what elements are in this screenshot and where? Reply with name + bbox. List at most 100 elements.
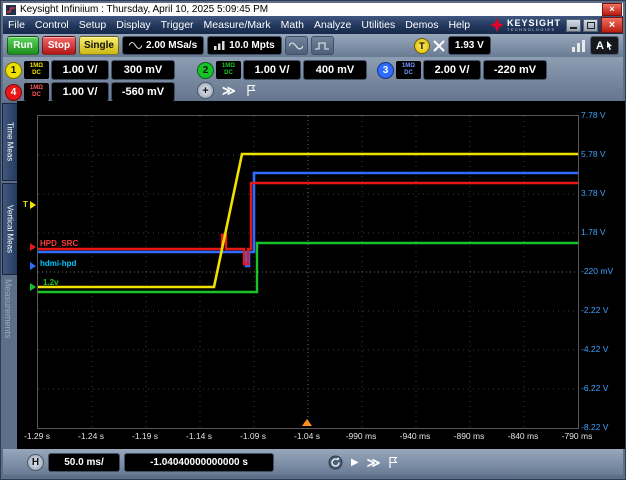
close-window-icon[interactable]: ×	[601, 17, 623, 33]
traces-svg	[38, 116, 578, 428]
trace-label-hpd-src[interactable]: HPD_SRC	[40, 239, 78, 248]
trace-label-hdmi-hpd[interactable]: hdmi-hpd	[40, 259, 76, 268]
annotation-label: A	[596, 39, 604, 52]
menu-measure-mark[interactable]: Measure/Mark	[199, 16, 276, 34]
channel-2-scale[interactable]: 1.00 V/	[243, 60, 301, 80]
channel-3-button[interactable]: 3	[377, 61, 394, 79]
run-control-toolbar: Run Stop Single 2.00 MSa/s 10.0 Mpts T 1…	[3, 34, 623, 57]
measurements-label: Measurements	[3, 279, 13, 339]
channel-4-offset[interactable]: -560 mV	[111, 82, 175, 102]
channel-4-coupling[interactable]: 1MΩ DC	[24, 83, 49, 101]
menu-control[interactable]: Control	[30, 16, 74, 34]
menu-setup[interactable]: Setup	[74, 16, 111, 34]
y-tick: -4.22 V	[581, 344, 609, 354]
memory-icon	[214, 41, 225, 50]
channel-1-offset[interactable]: 300 mV	[111, 60, 175, 80]
horizontal-button[interactable]: H	[27, 453, 44, 471]
keysight-logo: KEYSIGHT TECHNOLOGIES	[489, 18, 564, 32]
meter-icon[interactable]	[571, 39, 587, 53]
restore-icon[interactable]	[583, 18, 598, 32]
channel-3-impedance: 1MΩ	[401, 63, 416, 69]
channel-3-ground-marker[interactable]	[30, 262, 36, 270]
channel-4-controls: 4 1MΩ DC 1.00 V/ -560 mV	[5, 82, 175, 102]
memory-depth-value: 10.0 Mpts	[229, 40, 275, 51]
channel-4-scale[interactable]: 1.00 V/	[51, 82, 109, 102]
trigger-badge[interactable]: T	[413, 37, 430, 54]
sine-wave-icon	[289, 41, 304, 50]
channel-3-offset[interactable]: -220 mV	[483, 60, 547, 80]
trigger-level-marker[interactable]	[30, 201, 36, 209]
channel-4-coupling-mode: DC	[32, 92, 41, 98]
timebase-box[interactable]: 50.0 ms/	[48, 452, 120, 472]
menu-help[interactable]: Help	[443, 16, 475, 34]
trigger-level-marker-label[interactable]: T	[23, 200, 28, 209]
sample-rate-box[interactable]: 2.00 MSa/s	[122, 36, 205, 55]
menu-file[interactable]: File	[3, 16, 30, 34]
horizontal-position-box[interactable]: -1.04040000000000 s	[124, 452, 274, 472]
channel-2-coupling-mode: DC	[224, 70, 233, 76]
channel-3-coupling-mode: DC	[404, 70, 413, 76]
waveform-icon	[129, 41, 142, 50]
keysight-spark-icon	[489, 18, 504, 32]
trigger-time-marker[interactable]	[302, 419, 312, 426]
trigger-edge-icon[interactable]	[433, 39, 445, 52]
waveform-display[interactable]: T HPD_SRC hdmi-hpd 1.2v 7.78 V 5.78 V 3.…	[17, 101, 625, 449]
menu-display[interactable]: Display	[111, 16, 155, 34]
channel-2-ground-marker[interactable]	[30, 283, 36, 291]
tab-vertical-meas[interactable]: Vertical Meas	[2, 183, 18, 275]
channel-1-coupling[interactable]: 1MΩ DC	[24, 61, 49, 79]
chevrons-icon[interactable]: ≫	[367, 456, 381, 469]
x-tick: -1.19 s	[132, 431, 158, 441]
trigger-level-box[interactable]: 1.93 V	[447, 36, 491, 55]
channel-2-offset[interactable]: 400 mV	[303, 60, 367, 80]
channel-3-scale[interactable]: 2.00 V/	[423, 60, 481, 80]
menu-demos[interactable]: Demos	[400, 16, 443, 34]
rescale-icon[interactable]	[328, 455, 343, 470]
tab-time-meas[interactable]: Time Meas	[2, 103, 18, 181]
channel-4-ground-marker[interactable]	[30, 243, 36, 251]
annotation-button[interactable]: A	[590, 36, 619, 55]
cursor-icon	[606, 41, 612, 50]
channel-1-scale[interactable]: 1.00 V/	[51, 60, 109, 80]
channel-1-button[interactable]: 1	[5, 61, 22, 79]
graticule[interactable]	[37, 115, 579, 429]
channel-3-controls: 3 1MΩ DC 2.00 V/ -220 mV	[377, 60, 547, 80]
y-tick: -6.22 V	[581, 383, 609, 393]
square-wave-button[interactable]	[310, 36, 334, 55]
memory-depth-box[interactable]: 10.0 Mpts	[207, 36, 282, 55]
menu-utilities[interactable]: Utilities	[356, 16, 400, 34]
y-tick: 5.78 V	[581, 149, 606, 159]
menu-math[interactable]: Math	[276, 16, 309, 34]
x-tick: -790 ms	[561, 431, 593, 441]
x-tick: -990 ms	[345, 431, 377, 441]
x-tick: -1.24 s	[78, 431, 104, 441]
channel-extras: + ≫	[197, 82, 256, 99]
title-bar: Keysight Infiniium : Thursday, April 10,…	[3, 3, 623, 16]
flag-icon[interactable]	[246, 84, 256, 97]
channel-3-coupling[interactable]: 1MΩ DC	[396, 61, 421, 79]
menu-trigger[interactable]: Trigger	[156, 16, 199, 34]
minimize-icon[interactable]	[566, 18, 581, 32]
channel-4-button[interactable]: 4	[5, 83, 22, 101]
single-button[interactable]: Single	[79, 36, 119, 55]
sine-wave-button[interactable]	[284, 36, 308, 55]
horizontal-bar: H 50.0 ms/ -1.04040000000000 s ▶ ≫	[3, 449, 623, 475]
close-icon[interactable]: ×	[602, 3, 622, 16]
trace-label-1v2[interactable]: 1.2v	[43, 278, 59, 287]
y-tick: 7.78 V	[581, 110, 606, 120]
brand-subtitle: TECHNOLOGIES	[506, 26, 556, 32]
channel-2-button[interactable]: 2	[197, 61, 214, 79]
x-tick: -1.14 s	[186, 431, 212, 441]
add-waveform-button[interactable]: +	[197, 82, 214, 99]
channel-2-controls: 2 1MΩ DC 1.00 V/ 400 mV	[197, 60, 367, 80]
channel-2-coupling[interactable]: 1MΩ DC	[216, 61, 241, 79]
y-tick: -220 mV	[581, 266, 614, 276]
stop-button[interactable]: Stop	[42, 36, 76, 55]
left-sidebar: Time Meas Vertical Meas Measurements	[1, 101, 18, 449]
x-tick: -1.09 s	[240, 431, 266, 441]
flag-icon[interactable]	[388, 456, 398, 469]
menu-analyze[interactable]: Analyze	[309, 16, 356, 34]
play-icon[interactable]: ▶	[351, 457, 359, 468]
run-button[interactable]: Run	[7, 36, 39, 55]
chevrons-icon[interactable]: ≫	[222, 84, 236, 97]
